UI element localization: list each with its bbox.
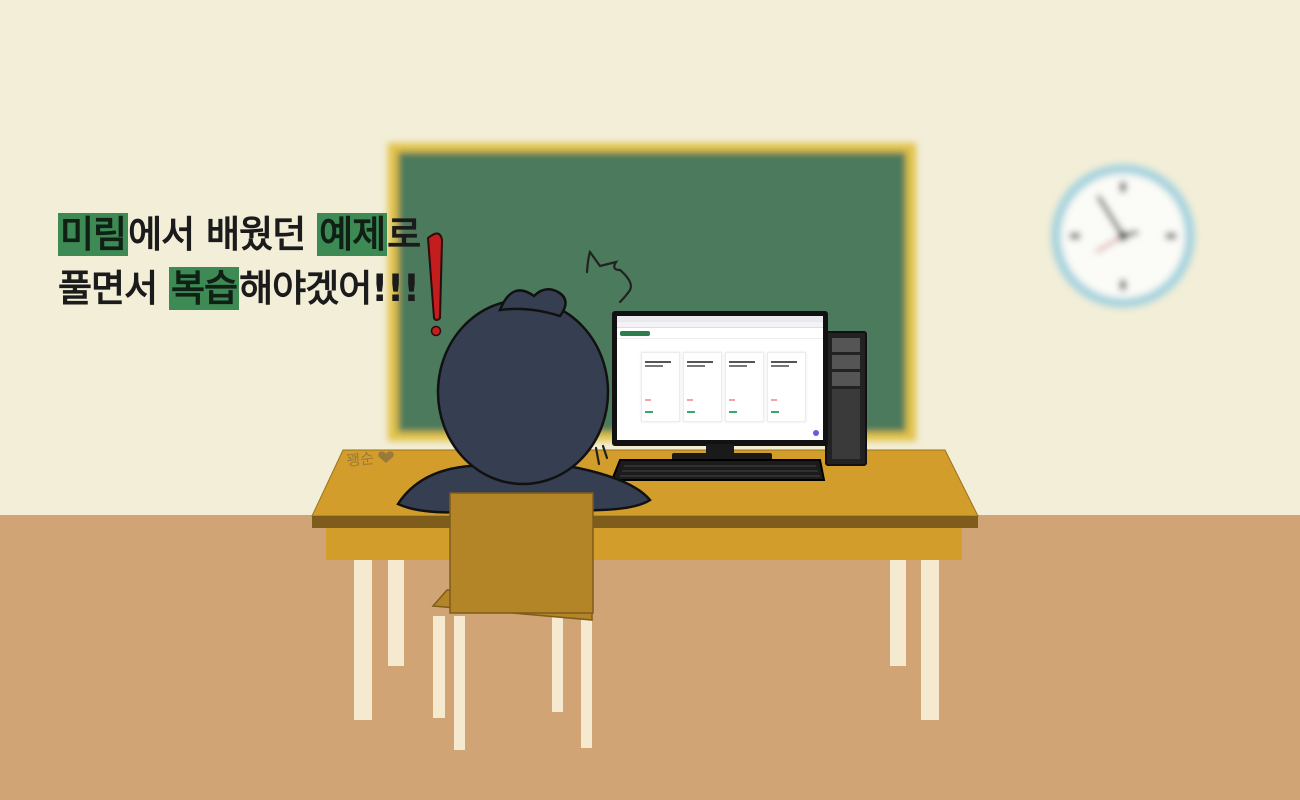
caption-segment: 풀면서 — [58, 267, 170, 310]
caption-line-1: 미림에서 배웠던 예제로 — [58, 208, 421, 262]
screen-card-list — [641, 352, 806, 422]
site-logo — [620, 330, 650, 336]
caption-segment: 로 — [387, 213, 421, 256]
screen-card — [725, 352, 764, 422]
caption-segment: 해야겠어!!! — [239, 267, 420, 310]
computer-tower — [825, 331, 867, 466]
caption-segment: 복습 — [169, 267, 240, 310]
site-header — [617, 328, 823, 339]
caption-segment: 미림 — [58, 213, 129, 256]
caption-segment: 에서 배웠던 — [128, 213, 318, 256]
wall-clock-icon — [1051, 164, 1195, 308]
keyboard — [610, 459, 826, 481]
caption-line-2: 풀면서 복습해야겠어!!! — [58, 262, 420, 316]
caption-segment: 예제 — [317, 213, 388, 256]
screen-fab-button — [813, 430, 819, 436]
screen-card — [767, 352, 806, 422]
signature-text: 꽹순 — [346, 449, 376, 470]
screen-card — [683, 352, 722, 422]
screen-card — [641, 352, 680, 422]
monitor-screen — [617, 316, 823, 440]
speech-caption: 미림에서 배웠던 예제로 풀면서 복습해야겠어!!! — [58, 208, 421, 316]
